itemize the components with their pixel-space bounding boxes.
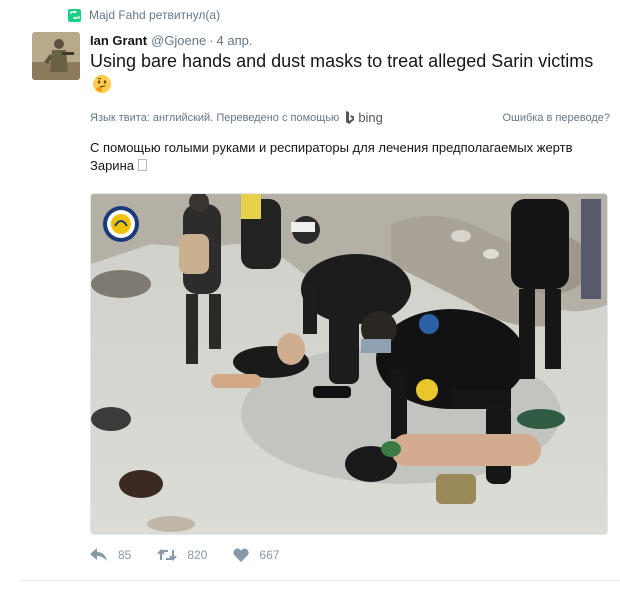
tweet-text: Using bare hands and dust masks to treat…: [90, 51, 594, 71]
retweet-button[interactable]: 820: [157, 548, 207, 562]
tweet-timestamp[interactable]: 4 апр.: [217, 33, 253, 48]
translation-error-link[interactable]: Ошибка в переводе?: [502, 112, 610, 124]
thinking-face-emoji: [92, 74, 112, 94]
retweet-context-text[interactable]: Majd Fahd ретвитнул(а): [89, 8, 220, 22]
like-button[interactable]: 667: [233, 548, 279, 562]
retweet-action-icon: [157, 548, 178, 562]
like-count: 667: [259, 548, 280, 562]
bing-logo[interactable]: bing: [345, 110, 383, 125]
divider: [20, 580, 620, 581]
reply-count: 85: [118, 548, 132, 562]
bing-icon: [346, 110, 355, 124]
avatar[interactable]: [32, 32, 80, 80]
reply-icon: [90, 548, 107, 561]
translation-info: Язык твита: английский. Переведено с пом…: [90, 110, 610, 125]
author-name[interactable]: Ian Grant: [90, 33, 147, 48]
translation-language: Язык твита: английский. Переведено с пом…: [90, 111, 340, 124]
retweet-icon: [68, 8, 81, 22]
tweet-header: Ian Grant @Gjoene · 4 апр.: [90, 33, 253, 48]
reply-button[interactable]: 85: [90, 548, 131, 562]
retweet-context: Majd Fahd ретвитнул(а): [68, 7, 220, 23]
heart-icon: [233, 548, 250, 562]
author-username[interactable]: @Gjoene: [151, 33, 206, 48]
translated-text: С помощью голыми руками и респираторы дл…: [90, 139, 610, 175]
civil-defense-logo: [103, 206, 139, 242]
separator: ·: [209, 33, 214, 48]
tweet: Majd Fahd ретвитнул(а) Ian Grant @Gjoene…: [0, 0, 620, 589]
retweet-count: 820: [187, 548, 208, 562]
translated-text-content: С помощью голыми руками и респираторы дл…: [90, 140, 573, 173]
bing-label: bing: [358, 110, 383, 125]
tweet-photo[interactable]: [90, 193, 608, 535]
missing-glyph-icon: [137, 159, 147, 171]
tweet-actions: 85 820 667: [90, 548, 305, 562]
